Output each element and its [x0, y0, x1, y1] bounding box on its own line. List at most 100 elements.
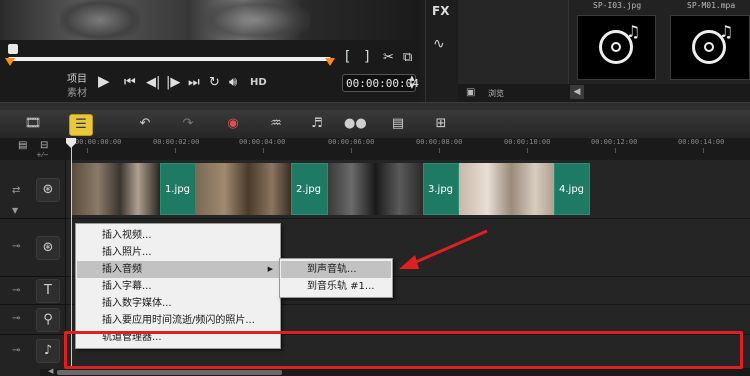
redo-icon[interactable]: ↷ — [177, 114, 199, 134]
scrub-playhead-knob[interactable] — [8, 44, 18, 54]
zoom-control[interactable]: +⁄− — [36, 151, 49, 159]
ruler-tick-label: 00:00:02:00 — [153, 138, 200, 146]
track-expand-icon[interactable]: ▼ — [12, 206, 18, 215]
ruler-tick-label: 00:00:08:00 — [416, 138, 463, 146]
transition-path-icon[interactable]: ∿ — [433, 36, 445, 52]
menu-insert-audio[interactable]: 插入音频 ▶ — [77, 261, 279, 278]
browse-folder-icon[interactable]: ▣ — [466, 87, 475, 98]
library-browse-bar: ▣ 浏览 ◀ — [458, 84, 750, 102]
undo-icon[interactable]: ↶ — [134, 114, 156, 134]
menu-insert-title[interactable]: 插入字幕... — [77, 278, 279, 295]
track-lock-icon[interactable]: ⊸ — [12, 345, 20, 356]
library-thumbnail[interactable]: ♫ — [670, 15, 750, 80]
playhead-knob[interactable] — [66, 138, 76, 148]
play-icon[interactable]: ▶ — [98, 74, 110, 89]
menu-insert-photo[interactable]: 插入照片... — [77, 244, 279, 261]
voice-track-icon[interactable]: ⚲ — [36, 308, 60, 332]
annotation-highlight-box — [64, 331, 743, 369]
clip-label-block[interactable]: 1.jpg — [160, 163, 196, 215]
clip-thumbnail[interactable] — [71, 163, 160, 215]
mark-in-button[interactable]: [ — [343, 49, 351, 65]
skip-to-start-icon[interactable]: ⏮ — [124, 76, 136, 90]
clip-label-block[interactable]: 2.jpg — [291, 163, 328, 215]
annotation-arrow-icon — [399, 229, 488, 269]
track-header-column: ⇄ ▼ ⊛ ⊸ ⊛ ⊸ T ⊸ ⚲ ⊸ ♪ — [0, 160, 66, 376]
submenu-arrow-icon: ▶ — [267, 265, 273, 273]
menu-item-label: 插入音频 — [102, 264, 142, 275]
skip-to-end-icon[interactable]: ⏭ — [188, 76, 200, 90]
ruler-tick-label: 00:00:14:00 — [678, 138, 725, 146]
timecode-field[interactable]: 00:00:00:04 — [342, 74, 419, 92]
track-lock-icon[interactable]: ⊸ — [12, 285, 20, 296]
music-track-header: ⊸ ♪ — [0, 334, 65, 368]
library-thumbnail[interactable]: ♫ — [577, 15, 656, 80]
mark-out-button[interactable]: ] — [363, 49, 371, 65]
timeline-toolbar: 🎞︎ ☰ ↶ ↷ ◉ ♒ ♬ ●● ▤ ⊞ — [0, 110, 750, 139]
fx-category-tab[interactable]: FX — [432, 4, 449, 18]
submenu-to-music-track-1[interactable]: 到音乐轨 #1... — [281, 278, 391, 295]
trim-end-handle[interactable] — [325, 58, 335, 66]
ruler-tick-label: 00:00:06:00 — [328, 138, 375, 146]
ruler-tick-label: 00:00:12:00 — [591, 138, 638, 146]
timeline-scroll-thumb[interactable] — [57, 370, 282, 375]
sound-mixer-icon[interactable]: ♒ — [265, 114, 287, 134]
overlay-track-icon[interactable]: ⊛ — [36, 236, 60, 260]
music-note-icon: ♫ — [626, 22, 641, 41]
clip-name: 1.jpg — [165, 184, 191, 195]
scissors-icon[interactable]: ✂ — [383, 51, 394, 65]
music-track-icon[interactable]: ♪ — [36, 339, 60, 363]
clip-label-block[interactable]: 3.jpg — [423, 163, 459, 215]
trim-start-handle[interactable] — [5, 58, 15, 66]
timecode-spinner[interactable]: ▲ ▼ — [406, 74, 418, 92]
clip-thumbnail[interactable] — [459, 163, 554, 215]
clip-name: 4.jpg — [559, 184, 585, 195]
motion-tracking-icon[interactable]: ●● — [344, 114, 367, 134]
library-category-bar: FX ∿ — [425, 0, 458, 102]
title-track-header: ⊸ T — [0, 276, 65, 305]
submenu-to-voice-track[interactable]: 到声音轨... — [281, 261, 391, 278]
timeline-view-icon[interactable]: ☰ — [69, 114, 93, 136]
scroll-left-icon[interactable]: ◀ — [48, 367, 53, 375]
video-preview — [0, 0, 420, 40]
volume-icon[interactable]: 🔊︎ — [229, 76, 237, 90]
clip-name: 3.jpg — [428, 184, 454, 195]
track-link-icon[interactable]: ⇄ — [12, 185, 20, 196]
menu-insert-digital-media[interactable]: 插入数字媒体... — [77, 295, 279, 312]
video-track-header: ⇄ ▼ ⊛ — [0, 160, 65, 219]
storyboard-view-icon[interactable]: 🎞︎ — [22, 114, 44, 134]
thumb-filename: SP-I03.jpg — [593, 1, 642, 10]
record-capture-icon[interactable]: ◉ — [222, 114, 244, 134]
track-view-icon[interactable]: ▤ — [18, 140, 27, 151]
previous-frame-icon[interactable]: ◀| — [146, 76, 160, 90]
scrub-bar[interactable] — [8, 57, 331, 61]
ruler-tick-label: 00:00:10:00 — [504, 138, 551, 146]
ruler-tick-label: 00:00:04:00 — [239, 138, 286, 146]
ruler-tick-label: 00:00:00:00 — [75, 138, 122, 146]
timeline-ruler[interactable]: 00:00:00:00 00:00:02:00 00:00:04:00 00:0… — [65, 138, 750, 154]
video-track-icon[interactable]: ⊛ — [36, 178, 60, 202]
clip-label-block[interactable]: 4.jpg — [554, 163, 590, 215]
repeat-icon[interactable]: ↻ — [209, 76, 220, 90]
copy-icon[interactable]: ⧉ — [403, 51, 412, 65]
track-lock-icon[interactable]: ⊸ — [12, 313, 20, 324]
clip-mode-label[interactable]: 素材 — [67, 84, 87, 99]
auto-music-icon[interactable]: ♬ — [306, 114, 328, 134]
voice-track-header: ⊸ ⚲ — [0, 304, 65, 335]
clip-thumbnail[interactable] — [196, 163, 291, 215]
hd-toggle[interactable]: HD — [250, 77, 267, 88]
title-track-icon[interactable]: T — [36, 279, 60, 303]
multi-camera-icon[interactable]: ⊞ — [430, 114, 452, 134]
insert-audio-submenu: 到声音轨... 到音乐轨 #1... — [279, 258, 393, 298]
next-frame-icon[interactable]: |▶ — [166, 76, 180, 90]
clip-thumbnail[interactable] — [328, 163, 423, 215]
menu-insert-timelapse-photo[interactable]: 插入要应用时间流逝/频闪的照片... — [77, 312, 279, 329]
project-mode-label[interactable]: 项目 — [67, 70, 87, 85]
fit-project-icon[interactable]: ⊟ — [40, 140, 48, 151]
browse-button-label[interactable]: 浏览 — [488, 88, 504, 99]
subtitle-editor-icon[interactable]: ▤ — [387, 114, 409, 134]
menu-insert-video[interactable]: 插入视频... — [77, 227, 279, 244]
music-note-icon: ♫ — [719, 22, 734, 41]
scroll-left-arrow-icon[interactable]: ◀ — [570, 85, 584, 99]
overlay-track-header: ⊸ ⊛ — [0, 218, 65, 277]
track-lock-icon[interactable]: ⊸ — [12, 241, 20, 252]
